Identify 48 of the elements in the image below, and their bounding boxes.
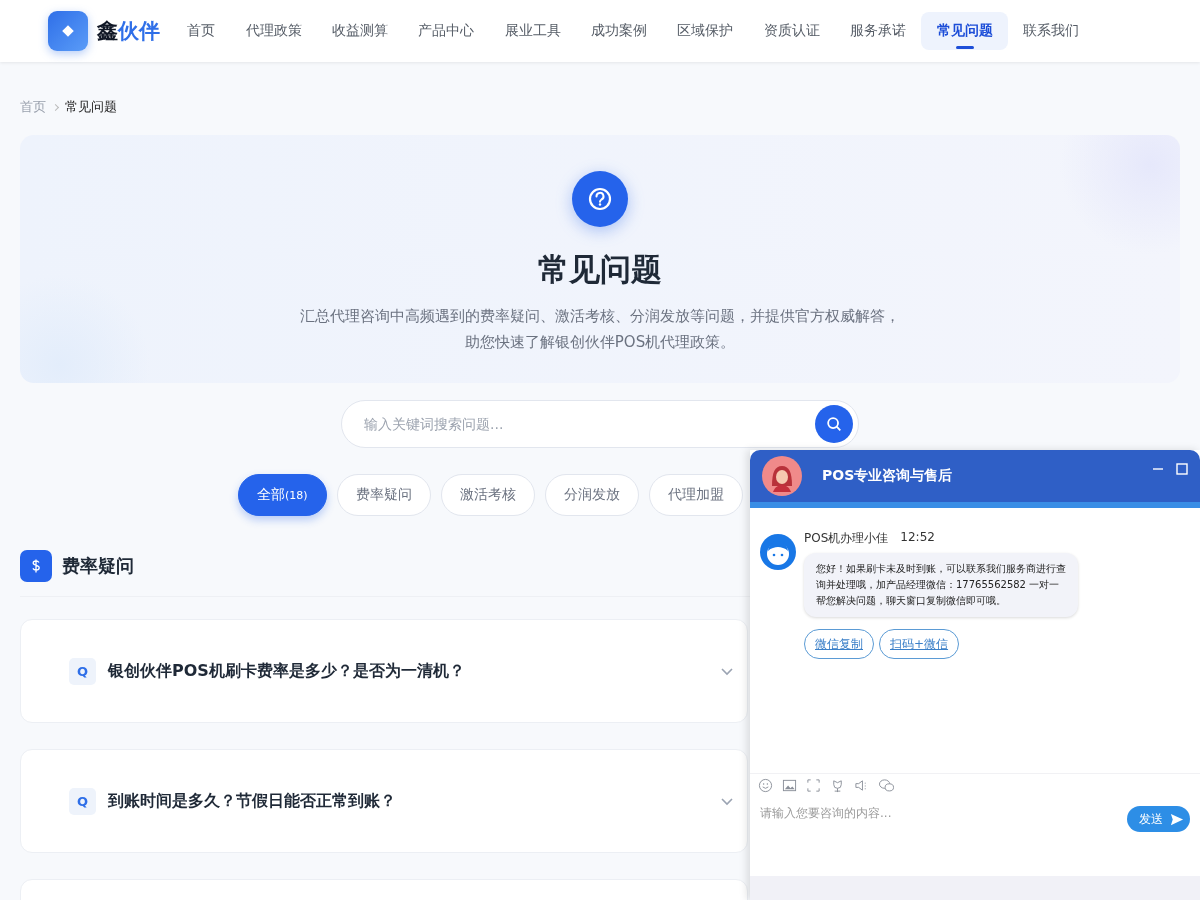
nav-link[interactable]: 展业工具 bbox=[489, 12, 576, 50]
agent-avatar-icon bbox=[762, 456, 802, 496]
search-icon bbox=[825, 415, 843, 433]
question-text: 银创伙伴POS机刷卡费率是多少？是否为一清机？ bbox=[108, 660, 466, 682]
breadcrumb-link[interactable]: 常见问题 bbox=[65, 98, 117, 116]
faq-card[interactable]: Q 到账时间是多久？节假日能否正常到账？ bbox=[20, 749, 748, 853]
page-title: 常见问题 bbox=[538, 250, 662, 289]
agent-name: POS机办理小佳 bbox=[804, 530, 889, 547]
logo-icon[interactable] bbox=[48, 11, 88, 51]
section-title: 费率疑问 bbox=[62, 554, 134, 578]
agent-avatar-icon bbox=[760, 534, 796, 570]
logo-text[interactable]: 鑫伙伴 bbox=[97, 17, 160, 45]
question-icon bbox=[572, 171, 628, 227]
question-text: 到账时间是多久？节假日能否正常到账？ bbox=[108, 790, 397, 812]
page-description: 汇总代理咨询中高频遇到的费率疑问、激活考核、分润发放等问题，并提供官方权威解答，助您快速了解银创伙伴POS机代理政策。 bbox=[300, 306, 900, 353]
maximize-icon[interactable] bbox=[1176, 463, 1188, 475]
wechat-icon[interactable] bbox=[878, 777, 895, 793]
chat-title: POS专业咨询与售后 bbox=[822, 467, 954, 485]
filter-tab[interactable]: 费率疑问 bbox=[336, 474, 431, 516]
speaker-icon[interactable] bbox=[854, 777, 869, 793]
send-icon bbox=[1169, 811, 1184, 827]
nav-link[interactable]: 联系我们 bbox=[1007, 12, 1095, 50]
nav-link[interactable]: 资质认证 bbox=[748, 12, 835, 50]
nav-link[interactable]: 服务承诺 bbox=[835, 12, 922, 50]
chat-message: 您好！如果刷卡未及时到账，可以联系我们服务商进行查询并处理哦，加产品经理微信：17765562582 一对一帮您解决问题，聊天窗口复制微信即可哦。 bbox=[804, 553, 1078, 617]
nav-link[interactable]: 常见问题 bbox=[921, 12, 1008, 50]
filter-tab[interactable]: 代理加盟 bbox=[648, 474, 743, 516]
chat-action-button[interactable]: 扫码+微信 bbox=[879, 629, 960, 659]
emoji-icon[interactable] bbox=[758, 777, 773, 793]
screenshot-icon[interactable] bbox=[806, 777, 821, 793]
flower-icon[interactable] bbox=[830, 777, 845, 793]
faq-card[interactable]: Q 银创伙伴POS机刷卡费率是多少？是否为一清机？ bbox=[20, 619, 748, 723]
nav-link[interactable]: 代理政策 bbox=[230, 12, 317, 50]
nav-link[interactable]: 首页 bbox=[172, 12, 231, 50]
nav-link[interactable]: 成功案例 bbox=[575, 12, 663, 50]
chat-action-button[interactable]: 微信复制 bbox=[804, 629, 874, 659]
filter-tab[interactable]: 激活考核 bbox=[440, 474, 535, 516]
image-icon[interactable] bbox=[782, 777, 797, 793]
question-badge: Q bbox=[69, 787, 96, 815]
filter-tab[interactable]: 全部(18) bbox=[238, 474, 327, 516]
filter-tab[interactable]: 分润发放 bbox=[544, 474, 639, 516]
question-badge: Q bbox=[69, 657, 96, 685]
nav-link[interactable]: 产品中心 bbox=[403, 12, 490, 50]
nav-link[interactable]: 区域保护 bbox=[662, 12, 749, 50]
dollar-icon bbox=[20, 550, 52, 582]
nav-link[interactable]: 收益测算 bbox=[316, 12, 404, 50]
message-time: 12:52 bbox=[900, 530, 935, 546]
search-field[interactable]: 输入关键词搜索问题... bbox=[341, 400, 859, 448]
